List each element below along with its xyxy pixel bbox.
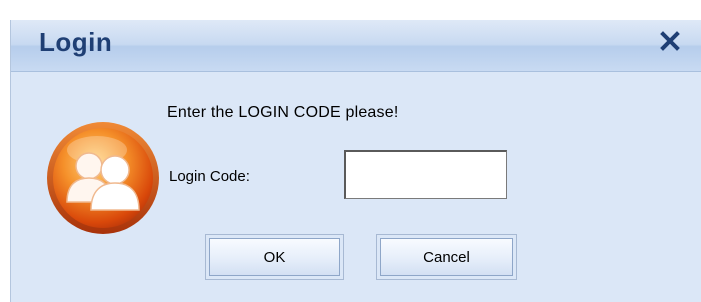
- title-bar[interactable]: Login: [11, 20, 701, 72]
- close-icon[interactable]: [655, 26, 685, 56]
- cancel-button-label: Cancel: [380, 238, 513, 276]
- login-prompt: Enter the LOGIN CODE please!: [167, 104, 399, 121]
- ok-button-label: OK: [209, 238, 340, 276]
- cancel-button[interactable]: Cancel: [376, 234, 517, 280]
- ok-button[interactable]: OK: [205, 234, 344, 280]
- users-icon: [45, 120, 161, 236]
- login-dialog: Login Enter the LOGIN CODE please! Login…: [10, 20, 701, 302]
- login-code-label: Login Code:: [169, 168, 250, 185]
- dialog-title: Login: [39, 27, 113, 57]
- login-code-input[interactable]: [344, 150, 507, 199]
